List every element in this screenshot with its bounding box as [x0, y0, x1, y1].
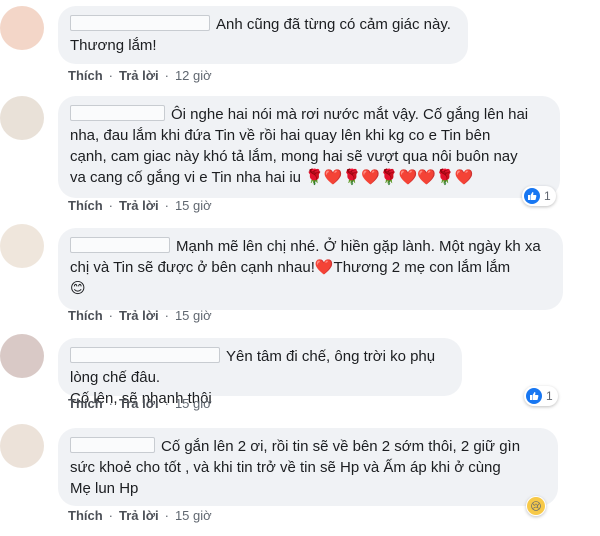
comment-text-line2: chị và Tin sẽ được ở bên cạnh nhau!: [70, 259, 315, 276]
comment-text-line3: Mẹ lun Hp: [70, 480, 139, 497]
like-link[interactable]: Thích: [68, 198, 103, 213]
timestamp[interactable]: 15 giờ: [175, 508, 212, 523]
comment-text-line1: Mạnh mẽ lên chị nhé. Ở hiền gặp lành. Mộ…: [176, 238, 541, 255]
comment-text-line1: Cố gắn lên 2 ơi, rồi tin sẽ về bên 2 sớm…: [161, 438, 521, 455]
avatar[interactable]: [0, 96, 44, 140]
comment-text-line4: va cang cố gắng vi e Tin nha hai iu: [70, 169, 301, 186]
reaction-count: 1: [544, 189, 551, 203]
comment-4: Yên tâm đi chế, ông trời ko phụ lòng chế…: [0, 330, 600, 425]
timestamp[interactable]: 12 giờ: [175, 68, 212, 83]
blurred-author-name: [70, 437, 155, 453]
comment-bubble: Anh cũng đã từng có cảm giác này. Thương…: [58, 6, 468, 64]
thumbs-up-icon: [526, 388, 542, 404]
comment-5: Cố gắn lên 2 ơi, rồi tin sẽ về bên 2 sớm…: [0, 420, 600, 536]
like-link[interactable]: Thích: [68, 508, 103, 523]
reply-link[interactable]: Trả lời: [119, 508, 159, 523]
blurred-author-name: [70, 347, 220, 363]
avatar[interactable]: [0, 224, 44, 268]
comment-bubble: Cố gắn lên 2 ơi, rồi tin sẽ về bên 2 sớm…: [58, 428, 558, 506]
comment-text-line2: sức khoẻ cho tốt , và khi tin trở về tin…: [70, 459, 501, 476]
comment-text-line2-tail: Thương 2 mẹ con lắm lắm: [333, 259, 511, 276]
heart-emoji: ❤️: [314, 258, 334, 276]
comment-bubble: Mạnh mẽ lên chị nhé. Ở hiền gặp lành. Mộ…: [58, 228, 563, 310]
comment-text-line3: cạnh, cam giac này khó tả lắm, mong hai …: [70, 148, 518, 165]
comment-bubble: Ôi nghe hai nói mà rơi nước mắt vậy. Cố …: [58, 96, 560, 198]
reply-link[interactable]: Trả lời: [119, 396, 159, 411]
like-link[interactable]: Thích: [68, 396, 103, 411]
comment-3: Mạnh mẽ lên chị nhé. Ở hiền gặp lành. Mộ…: [0, 220, 600, 330]
comment-text-line1: Ôi nghe hai nói mà rơi nước mắt vậy. Cố …: [171, 106, 529, 123]
avatar[interactable]: [0, 424, 44, 468]
comment-actions: Thích · Trả lời · 12 giờ: [68, 68, 212, 83]
smile-emoji: 😊: [70, 279, 86, 297]
comment-text-line2: Thương lắm!: [70, 37, 157, 54]
timestamp[interactable]: 15 giờ: [175, 198, 212, 213]
reaction-badge[interactable]: 1: [522, 186, 556, 206]
comment-actions: Thích · Trả lời · 15 giờ: [68, 198, 212, 213]
rose-heart-emoji-row: 🌹❤️🌹❤️🌹❤️❤️🌹❤️: [305, 168, 474, 186]
like-link[interactable]: Thích: [68, 68, 103, 83]
reaction-badge[interactable]: 😢: [526, 496, 546, 516]
reaction-badge[interactable]: 1: [524, 386, 558, 406]
comment-text-line2: nha, đau lắm khi đứa Tin về rồi hai quay…: [70, 127, 491, 144]
blurred-author-name: [70, 15, 210, 31]
reaction-count: 1: [546, 389, 553, 403]
comment-actions: Thích · Trả lời · 15 giờ: [68, 308, 212, 323]
reply-link[interactable]: Trả lời: [119, 68, 159, 83]
timestamp[interactable]: 15 giờ: [175, 396, 212, 411]
thumbs-up-icon: [524, 188, 540, 204]
comment-actions: Thích · Trả lời · 15 giờ: [68, 396, 212, 411]
comment-actions: Thích · Trả lời · 15 giờ: [68, 508, 212, 523]
blurred-author-name: [70, 105, 165, 121]
blurred-author-name: [70, 237, 170, 253]
reply-link[interactable]: Trả lời: [119, 198, 159, 213]
comment-bubble: Yên tâm đi chế, ông trời ko phụ lòng chế…: [58, 338, 462, 407]
timestamp[interactable]: 15 giờ: [175, 308, 212, 323]
comment-2: Ôi nghe hai nói mà rơi nước mắt vậy. Cố …: [0, 90, 600, 220]
avatar[interactable]: [0, 334, 44, 378]
comment-text-line1: Anh cũng đã từng có cảm giác này.: [216, 16, 451, 33]
crying-face-icon: 😢: [527, 497, 545, 515]
avatar[interactable]: [0, 6, 44, 50]
reply-link[interactable]: Trả lời: [119, 308, 159, 323]
like-link[interactable]: Thích: [68, 308, 103, 323]
comment-1: Anh cũng đã từng có cảm giác này. Thương…: [0, 0, 600, 90]
